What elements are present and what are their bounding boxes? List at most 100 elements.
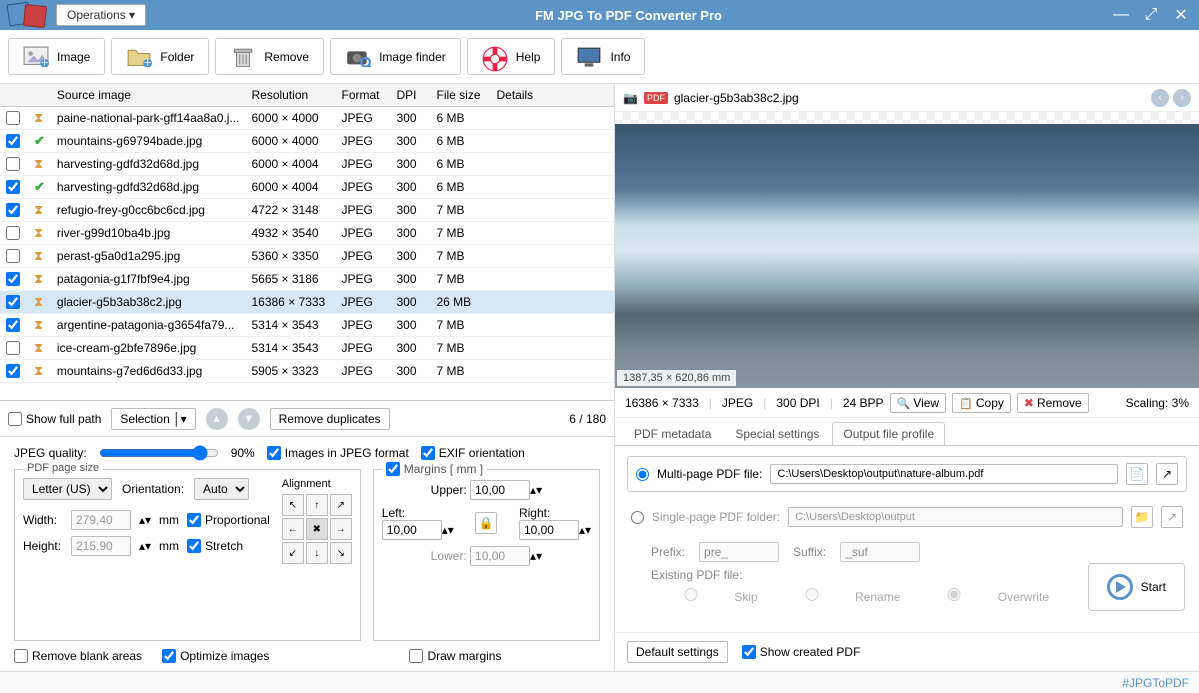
table-row[interactable]: ⧗ perast-g5a0d1a295.jpg 5360 × 3350 JPEG… (0, 245, 614, 268)
prefix-input[interactable] (699, 542, 779, 562)
row-checkbox[interactable] (6, 364, 20, 378)
table-row[interactable]: ⧗ glacier-g5b3ab38c2.jpg 16386 × 7333 JP… (0, 291, 614, 314)
margins-checkbox[interactable]: Margins [ mm ] (386, 462, 483, 476)
table-row[interactable]: ⧗ patagonia-g1f7fbf9e4.jpg 5665 × 3186 J… (0, 268, 614, 291)
copy-button[interactable]: 📋 Copy (952, 393, 1011, 413)
browse-folder-icon[interactable]: 📁 (1131, 506, 1153, 528)
align-mr[interactable]: → (330, 518, 352, 540)
paper-size-select[interactable]: Letter (US) (23, 478, 112, 500)
width-input[interactable] (71, 510, 131, 530)
operations-menu[interactable]: Operations ▾ (56, 4, 146, 26)
single-page-path[interactable] (788, 507, 1123, 527)
col-resolution[interactable]: Resolution (245, 84, 335, 107)
default-settings-button[interactable]: Default settings (627, 641, 728, 663)
row-checkbox[interactable] (6, 180, 20, 194)
table-row[interactable]: ⧗ river-g99d10ba4b.jpg 4932 × 3540 JPEG … (0, 222, 614, 245)
align-tl[interactable]: ↖ (282, 494, 304, 516)
cell-dpi: 300 (390, 199, 430, 222)
margin-left[interactable] (382, 520, 442, 540)
lock-margins-button[interactable]: 🔒 (475, 512, 497, 534)
open-folder-icon[interactable]: ↗ (1156, 463, 1178, 485)
image-finder-button[interactable]: Image finder (330, 38, 461, 75)
row-checkbox[interactable] (6, 134, 20, 148)
help-button[interactable]: Help (467, 38, 556, 75)
add-folder-button[interactable]: +Folder (111, 38, 209, 75)
col-dpi[interactable]: DPI (390, 84, 430, 107)
close-button[interactable]: ✕ (1171, 5, 1191, 25)
table-row[interactable]: ✔ harvesting-gdfd32d68d.jpg 6000 × 4004 … (0, 176, 614, 199)
col-format[interactable]: Format (335, 84, 390, 107)
margin-upper[interactable] (470, 480, 530, 500)
multi-page-path[interactable] (770, 464, 1118, 484)
tab-special-settings[interactable]: Special settings (724, 422, 830, 445)
table-row[interactable]: ✔ mountains-g69794bade.jpg 6000 × 4000 J… (0, 130, 614, 153)
open-folder-icon-2[interactable]: ↗ (1161, 506, 1183, 528)
height-input[interactable] (71, 536, 131, 556)
align-c[interactable]: ✖ (306, 518, 328, 540)
row-checkbox[interactable] (6, 157, 20, 171)
row-checkbox[interactable] (6, 341, 20, 355)
align-bl[interactable]: ↙ (282, 542, 304, 564)
row-checkbox[interactable] (6, 111, 20, 125)
maximize-button[interactable]: ⤢ (1141, 5, 1161, 25)
stretch-checkbox[interactable]: Stretch (187, 539, 243, 553)
align-bc[interactable]: ↓ (306, 542, 328, 564)
suffix-input[interactable] (840, 542, 920, 562)
orientation-select[interactable]: Auto (194, 478, 249, 500)
rename-radio[interactable] (772, 588, 852, 601)
table-row[interactable]: ⧗ mountains-g7ed6d6d33.jpg 5905 × 3323 J… (0, 360, 614, 383)
remove-preview-button[interactable]: ✖ Remove (1017, 393, 1089, 413)
exif-orientation-checkbox[interactable]: EXIF orientation (421, 446, 525, 460)
col-source[interactable]: Source image (51, 84, 246, 107)
proportional-checkbox[interactable]: Proportional (187, 513, 270, 527)
row-checkbox[interactable] (6, 318, 20, 332)
add-image-button[interactable]: +Image (8, 38, 105, 75)
minimize-button[interactable]: — (1111, 5, 1131, 25)
overwrite-radio[interactable] (914, 588, 994, 601)
multi-page-radio[interactable] (636, 468, 649, 481)
align-tr[interactable]: ↗ (330, 494, 352, 516)
align-ml[interactable]: ← (282, 518, 304, 540)
single-page-radio[interactable] (631, 511, 644, 524)
table-row[interactable]: ⧗ ice-cream-g2bfe7896e.jpg 5314 × 3543 J… (0, 337, 614, 360)
draw-margins-checkbox[interactable]: Draw margins (409, 649, 501, 663)
table-row[interactable]: ⧗ paine-national-park-gff14aa8a0.j... 60… (0, 107, 614, 130)
info-button[interactable]: Info (561, 38, 645, 75)
show-created-pdf-checkbox[interactable]: Show created PDF (742, 645, 861, 659)
align-br[interactable]: ↘ (330, 542, 352, 564)
row-checkbox[interactable] (6, 203, 20, 217)
margin-right[interactable] (519, 520, 579, 540)
remove-blank-checkbox[interactable]: Remove blank areas (14, 649, 142, 663)
table-row[interactable]: ⧗ argentine-patagonia-g3654fa79... 5314 … (0, 314, 614, 337)
align-tc[interactable]: ↑ (306, 494, 328, 516)
row-checkbox[interactable] (6, 249, 20, 263)
preview-canvas[interactable]: 1387,35 × 620,86 mm (615, 112, 1199, 388)
move-down-button[interactable]: ▼ (238, 408, 260, 430)
row-checkbox[interactable] (6, 272, 20, 286)
skip-radio[interactable] (651, 588, 731, 601)
prev-image-button[interactable]: ‹ (1151, 89, 1169, 107)
col-filesize[interactable]: File size (430, 84, 490, 107)
save-pdf-icon[interactable]: 📄 (1126, 463, 1148, 485)
start-button[interactable]: Start (1088, 563, 1185, 611)
tab-output-profile[interactable]: Output file profile (832, 422, 945, 445)
row-checkbox[interactable] (6, 226, 20, 240)
optimize-images-checkbox[interactable]: Optimize images (162, 649, 269, 663)
tab-pdf-metadata[interactable]: PDF metadata (623, 422, 722, 445)
jpeg-quality-slider[interactable] (99, 445, 219, 461)
table-row[interactable]: ⧗ harvesting-gdfd32d68d.jpg 6000 × 4004 … (0, 153, 614, 176)
col-details[interactable]: Details (490, 84, 614, 107)
images-in-jpeg-checkbox[interactable]: Images in JPEG format (267, 446, 409, 460)
view-button[interactable]: 🔍 View (890, 393, 947, 413)
show-full-path-checkbox[interactable]: Show full path (8, 412, 101, 426)
row-checkbox[interactable] (6, 295, 20, 309)
remove-button[interactable]: Remove (215, 38, 324, 75)
table-row[interactable]: ⧗ refugio-frey-g0cc6bc6cd.jpg 4722 × 314… (0, 199, 614, 222)
hashtag-link[interactable]: #JPGToPDF (1122, 676, 1189, 690)
move-up-button[interactable]: ▲ (206, 408, 228, 430)
margin-lower[interactable] (470, 546, 530, 566)
file-table[interactable]: Source image Resolution Format DPI File … (0, 84, 614, 400)
remove-duplicates-button[interactable]: Remove duplicates (270, 408, 390, 430)
next-image-button[interactable]: › (1173, 89, 1191, 107)
selection-dropdown[interactable]: Selection │▾ (111, 408, 195, 430)
